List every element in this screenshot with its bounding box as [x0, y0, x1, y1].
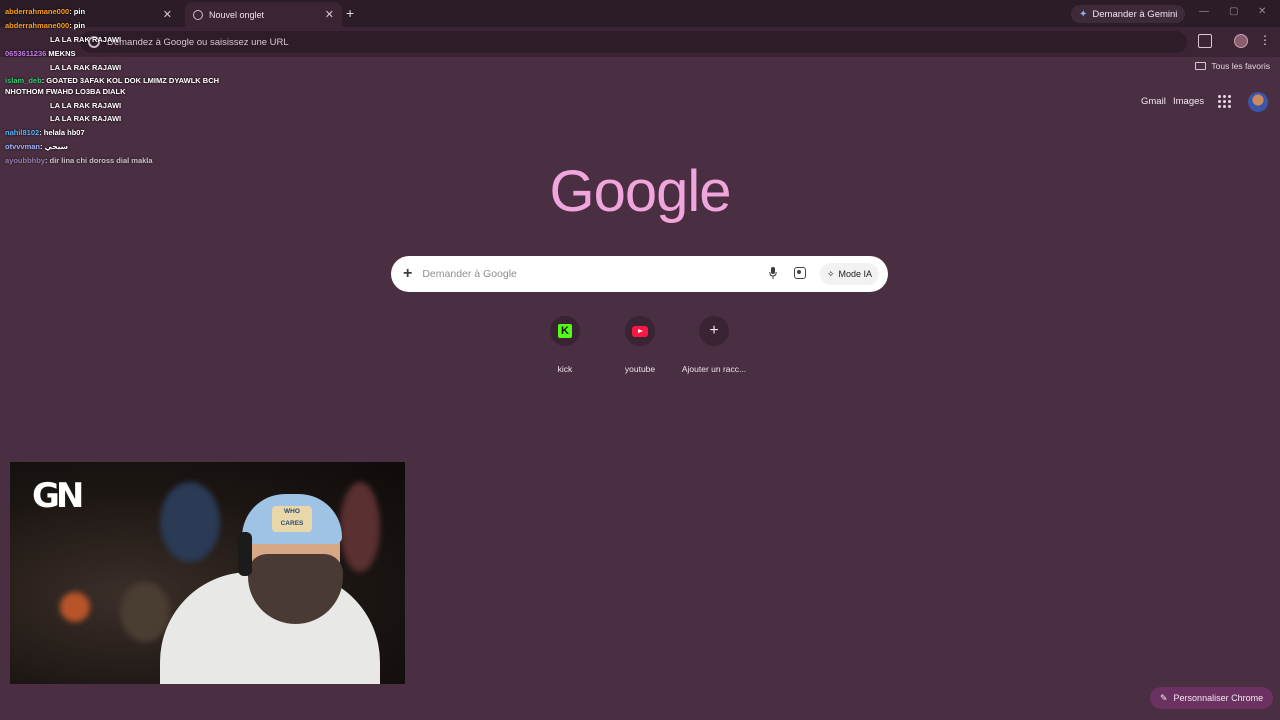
customize-chrome-button[interactable]: ✎ Personnaliser Chrome [1150, 687, 1274, 709]
omnibox[interactable]: Demandez à Google ou saisissez une URL [80, 31, 1187, 53]
shortcut-youtube[interactable]: youtube [600, 316, 680, 374]
new-tab-button[interactable]: + [346, 5, 354, 21]
search-input[interactable] [422, 268, 753, 280]
chat-message: abderrahmane000: pin [5, 7, 86, 16]
shortcut-label: kick [557, 364, 573, 374]
minimize-icon[interactable]: — [1199, 6, 1209, 17]
window-close-icon[interactable]: ✕ [1258, 6, 1266, 17]
channel-logo: GN [32, 476, 84, 516]
menu-icon[interactable]: ⋮ [1259, 33, 1271, 47]
chat-message: LA LA RAK RAJAWI [50, 63, 122, 72]
apps-icon[interactable] [1218, 95, 1231, 108]
shortcut-label: youtube [624, 364, 656, 374]
google-logo: Google [549, 159, 731, 224]
tab-strip: ✕ Nouvel onglet ✕ + ✦ Demander à Gemini … [0, 0, 1280, 27]
chat-message: 0653611236 MEKNS [5, 49, 76, 58]
cap-badge: WHO CARES [272, 506, 312, 532]
chat-message: LA LA RAK RAJAWI [50, 114, 122, 123]
close-icon[interactable]: ✕ [163, 8, 172, 21]
kick-icon: K [558, 324, 572, 338]
youtube-icon [632, 325, 648, 337]
shortcut-label: Ajouter un racc... [681, 364, 747, 374]
images-link[interactable]: Images [1173, 96, 1204, 107]
add-icon: + [709, 322, 719, 339]
account-avatar[interactable] [1248, 92, 1268, 112]
tab-new-tab[interactable]: Nouvel onglet ✕ [185, 2, 342, 27]
tab-2-title: Nouvel onglet [209, 9, 265, 20]
toolbar: Demandez à Google ou saisissez une URL [0, 27, 1280, 57]
pencil-icon: ✎ [1160, 692, 1168, 703]
shortcut-kick[interactable]: K kick [525, 316, 605, 374]
chat-message: LA LA RAK RAJAWI [50, 35, 122, 44]
gmail-link[interactable]: Gmail [1141, 96, 1166, 107]
shortcut-add[interactable]: + Ajouter un racc... [674, 316, 754, 374]
chrome-icon [193, 9, 203, 20]
headset [238, 532, 252, 576]
gemini-icon: ✦ [1079, 8, 1088, 20]
folder-icon [1195, 62, 1207, 70]
mode-ia-button[interactable]: ✧ Mode IA [820, 263, 880, 285]
close-icon[interactable]: ✕ [325, 8, 334, 21]
chat-message: LA LA RAK RAJAWI [50, 101, 122, 110]
chat-message: otvvvman: سبحي [5, 142, 69, 151]
omnibox-placeholder: Demandez à Google ou saisissez une URL [107, 36, 289, 48]
gemini-label: Demander à Gemini [1092, 8, 1178, 20]
maximize-icon[interactable]: ▢ [1229, 6, 1238, 17]
all-bookmarks[interactable]: Tous les favoris [1195, 61, 1270, 71]
customize-label: Personnaliser Chrome [1173, 693, 1264, 703]
chat-message: NHOTHOM FWAHD LO3BA DIALK [5, 87, 126, 96]
chat-message: nahil8102: helala hb07 [5, 128, 85, 137]
gemini-button[interactable]: ✦ Demander à Gemini [1071, 5, 1186, 23]
plus-icon[interactable]: + [403, 265, 412, 283]
ai-search-icon: ✧ [827, 268, 835, 279]
microphone-icon[interactable] [769, 267, 777, 279]
extensions-icon[interactable] [1198, 34, 1212, 48]
bookmarks-label: Tous les favoris [1211, 61, 1270, 71]
chat-message: abderrahmane000: pin [5, 21, 86, 30]
search-box[interactable]: + ✧ Mode IA [391, 256, 888, 292]
lens-icon[interactable] [794, 267, 806, 279]
mode-ia-label: Mode IA [838, 269, 873, 279]
profile-avatar[interactable] [1234, 34, 1248, 48]
chat-message: islam_deb: GOATED 3AFAK KOL DOK LMIMZ DY… [5, 76, 220, 85]
webcam-overlay: WHO CARES GN [10, 462, 405, 684]
